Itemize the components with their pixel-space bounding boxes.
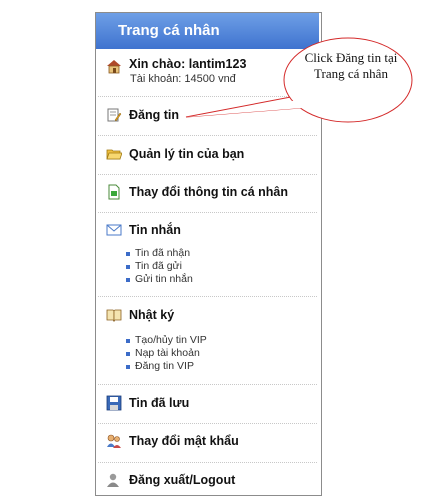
menu-item-label[interactable]: Tin nhắn [129, 223, 181, 237]
menu-item-dang-tin[interactable]: Đăng tin [104, 106, 314, 126]
divider [98, 212, 317, 213]
edit-note-icon [107, 108, 122, 122]
greeting-text: Xin chào: lantim123 [129, 57, 247, 71]
submenu-item[interactable]: Gửi tin nhắn [126, 273, 193, 285]
folder-icon [106, 149, 122, 160]
document-icon [108, 184, 120, 200]
greeting-section: Xin chào: lantim123 Tài khoản: 14500 vnđ [104, 56, 314, 96]
submenu-item[interactable]: Nạp tài khoản [126, 347, 200, 359]
floppy-disk-icon [106, 395, 122, 411]
submenu-item[interactable]: Tin đã nhận [126, 247, 190, 259]
menu-item-label[interactable]: Thay đổi mật khẩu [129, 434, 239, 448]
divider [98, 423, 317, 424]
menu-item-label[interactable]: Tin đã lưu [129, 396, 189, 410]
menu-group-tin-nhan: Tin nhắn Tin đã nhận Tin đã gửi Gửi tin … [104, 221, 314, 291]
callout-text: Click Đăng tin tại Trang cá nhân [304, 50, 398, 81]
menu-item-tin-da-luu[interactable]: Tin đã lưu [104, 394, 314, 414]
divider [98, 174, 317, 175]
menu-item-quan-ly-tin[interactable]: Quản lý tin của bạn [104, 145, 314, 165]
menu-item-logout[interactable]: Đăng xuất/Logout [104, 471, 314, 491]
divider [98, 96, 317, 97]
panel-header: Trang cá nhân [96, 13, 319, 49]
menu-item-label[interactable]: Quản lý tin của bạn [129, 147, 244, 161]
menu-item-label[interactable]: Nhật ký [129, 308, 174, 322]
divider [98, 384, 317, 385]
users-key-icon [107, 434, 121, 448]
divider [98, 135, 317, 136]
menu-item-label[interactable]: Đăng xuất/Logout [129, 473, 235, 487]
home-icon [107, 60, 121, 74]
menu-item-label[interactable]: Thay đổi thông tin cá nhân [129, 185, 288, 199]
menu-item-label[interactable]: Đăng tin [129, 108, 179, 122]
menu-group-nhat-ky: Nhật ký Tạo/hủy tin VIP Nạp tài khoản Đă… [104, 306, 314, 376]
submenu-item[interactable]: Tạo/hủy tin VIP [126, 334, 207, 346]
menu-item-thay-doi-thong-tin[interactable]: Thay đổi thông tin cá nhân [104, 183, 314, 203]
envelope-icon [106, 224, 122, 236]
divider [98, 296, 317, 297]
user-logout-icon [107, 473, 119, 487]
menu-item-thay-doi-mat-khau[interactable]: Thay đổi mật khẩu [104, 432, 314, 452]
submenu-item[interactable]: Tin đã gửi [126, 260, 182, 272]
account-balance: Tài khoản: 14500 vnđ [130, 73, 236, 85]
divider [98, 462, 317, 463]
submenu-item[interactable]: Đăng tin VIP [126, 360, 194, 372]
book-icon [106, 309, 122, 322]
